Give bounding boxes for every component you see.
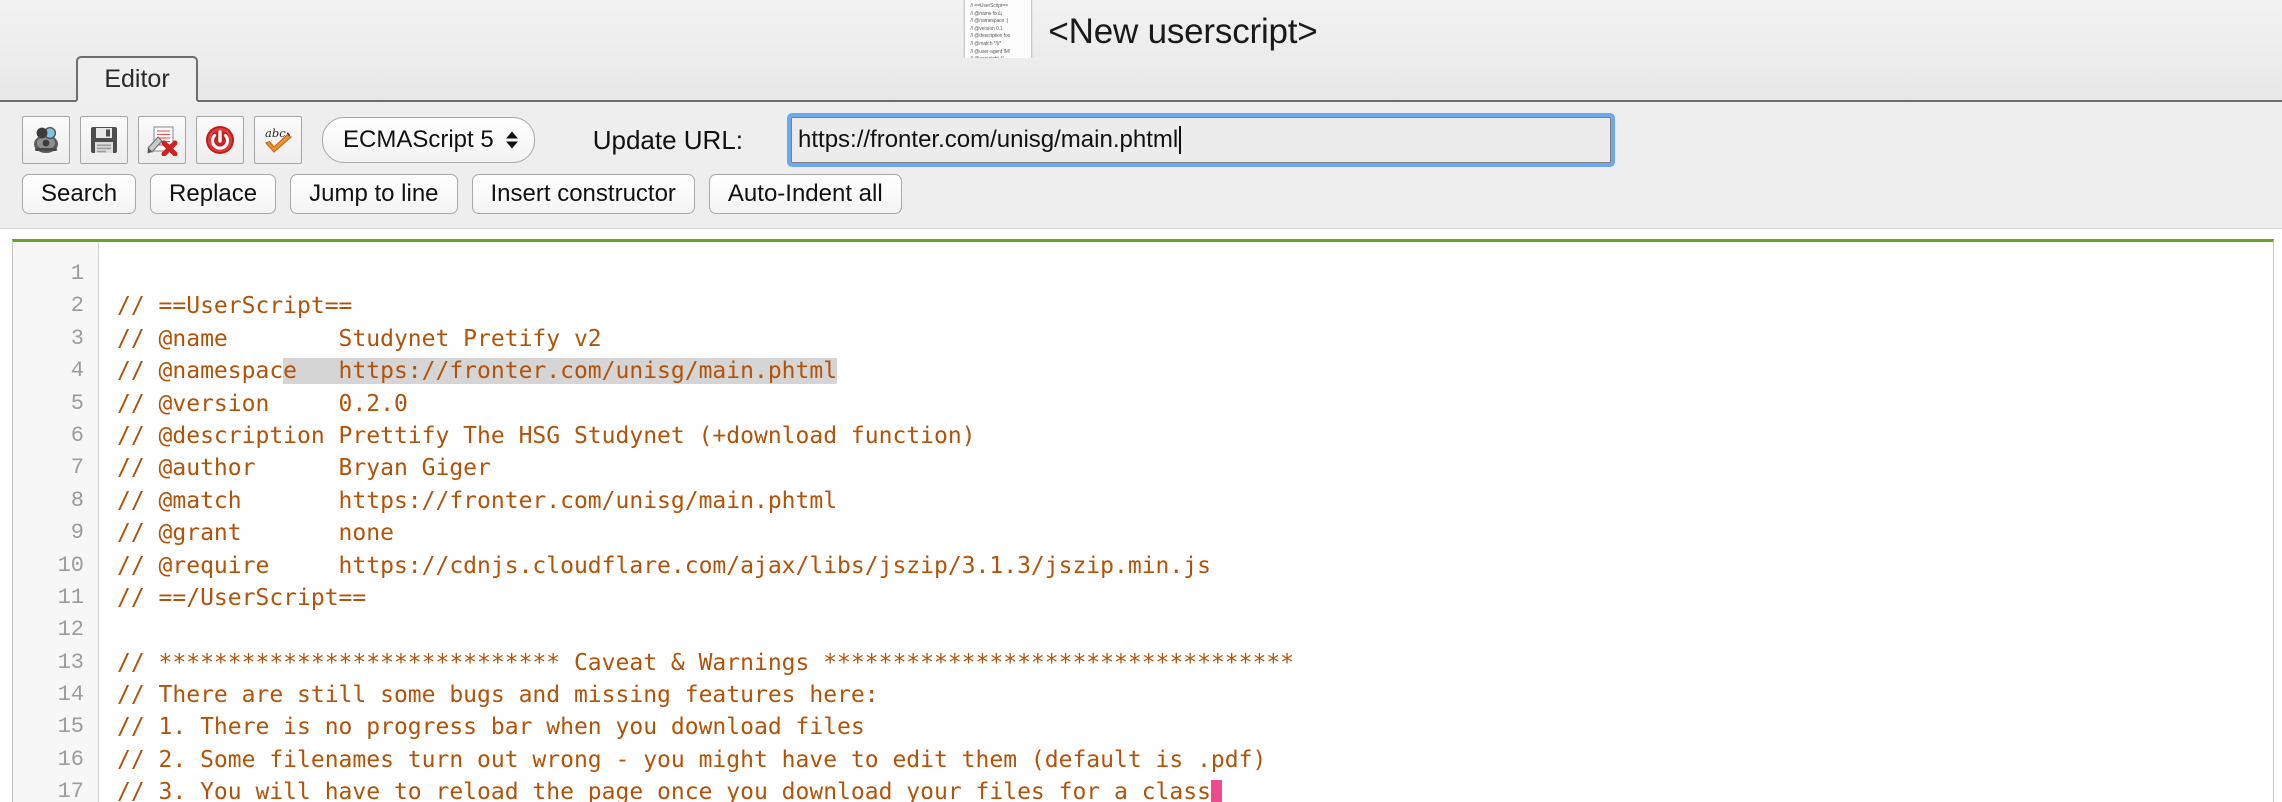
line-number: 10 [57,552,84,578]
code-line[interactable]: // 2. Some filenames turn out wrong - yo… [117,744,2273,776]
line-number: 8 [70,487,84,513]
update-url-input[interactable]: https://fronter.com/unisg/main.phtml [787,113,1616,167]
code-editor[interactable]: 1 2 3 4 5 6 7 8 9 10 11 12 13 14 15 16 17 // ==UserScrip… [12,239,2274,802]
tab-editor-label: Editor [104,64,170,93]
save-button[interactable] [80,116,128,164]
code-line[interactable]: // @match https://fronter.com/unisg/main… [117,485,2273,517]
code-line[interactable]: // 3. You will have to reload the page o… [117,776,2273,802]
toolbars: abc ECMAScript 5 Update URL: https://fro… [0,102,2282,229]
thumbnail-line: // @match */|/* [970,40,1002,47]
line-number: 5 [70,390,84,416]
text-cursor [1210,780,1222,802]
line-number: 6 [70,422,84,448]
code-line[interactable]: // @name Studynet Pretify v2 [117,323,2273,355]
chevron-updown-icon [505,131,518,149]
code-line[interactable]: // There are still some bugs and missing… [117,679,2273,711]
code-highlight: e https://fronter.com/unisg/main.phtml [283,358,838,385]
code-line[interactable]: // @namespace https://fronter.com/unisg/… [117,355,2273,387]
discard-changes-button[interactable] [138,116,186,164]
line-number: 15 [57,714,84,740]
primary-toolbar: abc ECMAScript 5 Update URL: https://fro… [0,113,2282,167]
line-number: 3 [70,325,84,351]
code-line[interactable]: // ==/UserScript== [117,582,2273,614]
language-select-value: ECMAScript 5 [343,126,494,153]
line-number: 2 [70,293,84,319]
replace-button[interactable]: Replace [150,174,277,214]
code-line[interactable]: // @require https://cdnjs.cloudflare.com… [117,550,2273,582]
discard-changes-icon [146,124,178,156]
line-number: 14 [57,682,84,708]
tab-editor[interactable]: Editor [76,56,198,102]
close-power-icon [204,124,236,156]
line-number: 16 [57,746,84,772]
tab-strip: Editor [0,56,2282,102]
auto-indent-all-button-label: Auto-Indent all [727,180,883,207]
page-title: <New userscript> [1048,12,1318,51]
save-icon [89,125,119,155]
line-number: 9 [70,520,84,546]
update-url-label: Update URL: [592,124,744,155]
line-number: 1 [70,261,84,286]
close-power-button[interactable] [196,116,244,164]
replace-button-label: Replace [169,180,258,207]
line-number-gutter: 1 2 3 4 5 6 7 8 9 10 11 12 13 14 15 16 17 [13,242,99,802]
thumbnail-line: // ==UserScript== [970,3,1008,9]
code-line[interactable]: // 1. There is no progress bar when you … [117,711,2273,743]
load-from-disk-button[interactable] [22,116,70,164]
line-number: 11 [57,584,84,610]
thumbnail-line: // @description foo [970,33,1011,40]
code-line[interactable]: // @grant none [117,517,2273,549]
search-button-label: Search [41,180,118,207]
code-line[interactable]: // @description Prettify The HSG Studyne… [117,420,2273,452]
title-bar: // ==UserScript== // @name fix山 // @name… [0,0,2282,78]
line-number: 12 [57,617,84,643]
thumbnail-line: // @user-agent IM! [970,48,1011,55]
language-select[interactable]: ECMAScript 5 [322,117,535,163]
code-line[interactable]: // @author Bryan Giger [117,452,2273,484]
secondary-toolbar: Search Replace Jump to line Insert const… [0,172,2282,216]
jump-to-line-button[interactable]: Jump to line [290,174,458,214]
code-area[interactable]: // ==UserScript==// @name Studynet Preti… [99,242,2273,802]
line-number: 4 [70,358,84,384]
insert-constructor-button[interactable]: Insert constructor [471,174,695,214]
jump-to-line-button-label: Jump to line [309,180,439,207]
code-line[interactable]: // ***************************** Caveat … [117,647,2273,679]
line-number: 13 [57,649,84,675]
update-url-value: https://fronter.com/unisg/main.phtml [798,126,1182,154]
spellcheck-button[interactable]: abc [254,116,302,164]
thumbnail-line: // @version 0.1 [970,25,1003,32]
thumbnail-line: // @name fix山 [970,10,1003,17]
line-number: 7 [70,455,84,481]
svg-text:abc: abc [265,126,286,140]
thumbnail-line: // @namespace :| [970,18,1008,25]
code-line[interactable]: // @version 0.2.0 [117,388,2273,420]
insert-constructor-button-label: Insert constructor [490,180,676,207]
load-from-disk-icon [30,124,62,156]
code-line[interactable] [117,258,2273,290]
code-line[interactable] [117,614,2273,646]
spellcheck-icon: abc [262,124,294,156]
search-button[interactable]: Search [22,174,137,214]
code-line[interactable]: // ==UserScript== [117,290,2273,322]
line-number: 17 [57,779,84,802]
auto-indent-all-button[interactable]: Auto-Indent all [708,174,902,214]
